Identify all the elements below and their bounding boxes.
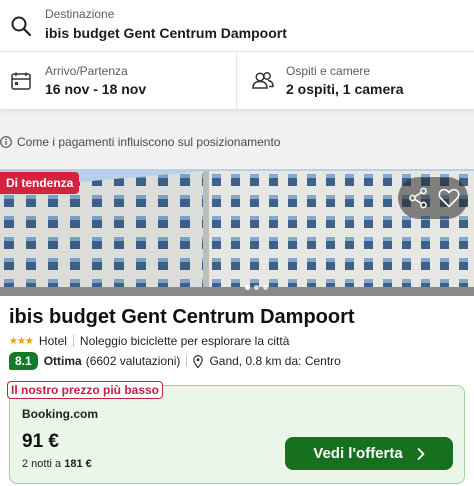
- photo-pagination: [245, 285, 268, 290]
- rating-row: 8.1 Ottima (6602 valutazioni) Gand, 0.8 …: [9, 352, 341, 370]
- deal-box[interactable]: Booking.com 91 € 2 notti a 181 € Vedi l'…: [9, 385, 465, 484]
- info-icon: [0, 136, 12, 148]
- review-count: (6602 valutazioni): [85, 354, 181, 368]
- nights-label: 2 notti a: [22, 458, 62, 470]
- hotel-card[interactable]: Di tendenza ibis budget Gent Centrum Dam…: [0, 169, 474, 486]
- destination-field[interactable]: Destinazione ibis budget Gent Centrum Da…: [0, 0, 474, 52]
- destination-value: ibis budget Gent Centrum Dampoort: [45, 25, 287, 41]
- lowest-price-tag: Il nostro prezzo più basso: [7, 381, 164, 399]
- destination-label: Destinazione: [45, 7, 115, 21]
- view-offer-button[interactable]: Vedi l'offerta: [285, 437, 453, 470]
- guests-value: 2 ospiti, 1 camera: [286, 81, 404, 97]
- deal-total: 2 notti a 181 €: [22, 458, 92, 470]
- star-rating: ★★★: [9, 335, 34, 347]
- divider: [186, 355, 188, 367]
- guests-field[interactable]: Ospiti e camere 2 ospiti, 1 camera: [238, 53, 474, 110]
- guests-icon: [252, 72, 274, 89]
- photo-dot: [245, 285, 250, 290]
- view-offer-label: Vedi l'offerta: [313, 445, 403, 462]
- deal-price: 91 €: [22, 431, 59, 452]
- photo-actions: [398, 177, 468, 219]
- hotel-meta: ★★★ Hotel Noleggio biciclette per esplor…: [9, 334, 289, 348]
- guests-label: Ospiti e camere: [286, 64, 371, 78]
- rating-word: Ottima: [43, 354, 82, 368]
- chevron-right-icon: [417, 447, 425, 460]
- divider: [72, 335, 74, 347]
- search-icon: [11, 16, 32, 37]
- deal-provider: Booking.com: [22, 407, 99, 421]
- total-price: 181 €: [64, 458, 92, 470]
- hotel-type: Hotel: [38, 334, 67, 348]
- ranking-info-text: Come i pagamenti influiscono sul posizio…: [17, 135, 281, 149]
- hotel-location: Gand, 0.8 km da: Centro: [209, 354, 341, 368]
- dates-label: Arrivo/Partenza: [45, 64, 128, 78]
- photo-dot: [254, 285, 259, 290]
- ranking-info-link[interactable]: Come i pagamenti influiscono sul posizio…: [0, 134, 280, 150]
- heart-icon[interactable]: [438, 188, 460, 208]
- hotel-feature: Noleggio biciclette per esplorare la cit…: [79, 334, 290, 348]
- dates-value: 16 nov - 18 nov: [45, 81, 147, 97]
- trending-badge: Di tendenza: [0, 172, 80, 194]
- calendar-icon: [11, 72, 31, 90]
- search-panel: Destinazione ibis budget Gent Centrum Da…: [0, 0, 474, 110]
- hotel-photo[interactable]: Di tendenza: [0, 169, 474, 296]
- hotel-name[interactable]: ibis budget Gent Centrum Dampoort: [9, 306, 355, 329]
- share-icon[interactable]: [408, 187, 428, 209]
- dates-field[interactable]: Arrivo/Partenza 16 nov - 18 nov: [0, 53, 237, 110]
- photo-dot: [263, 285, 268, 290]
- rating-score: 8.1: [9, 352, 38, 370]
- map-pin-icon: [193, 354, 204, 368]
